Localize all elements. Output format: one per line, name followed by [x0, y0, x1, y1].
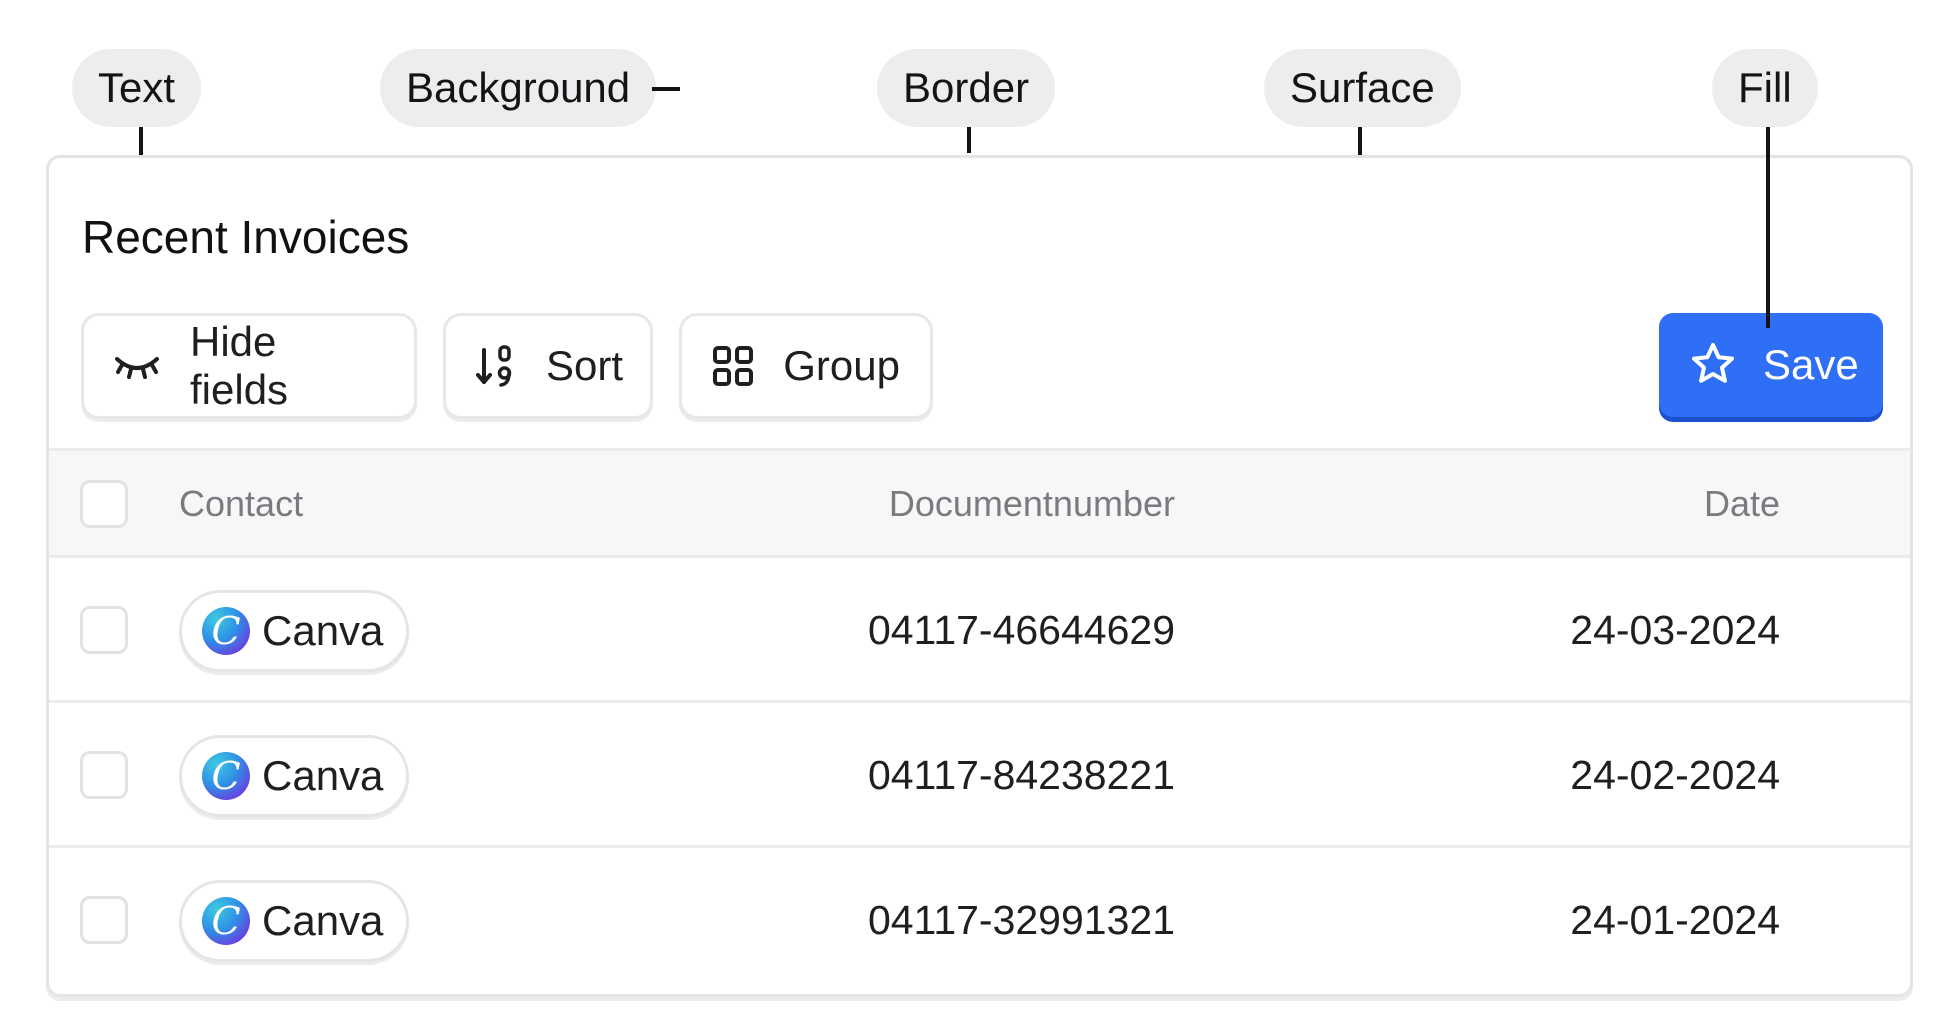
- eye-closed-icon: [114, 343, 160, 389]
- contact-name: Canva: [262, 897, 384, 944]
- row-checkbox[interactable]: [80, 751, 128, 799]
- document-number: 04117-84238221: [867, 752, 1175, 798]
- grid-icon: [712, 343, 753, 389]
- group-button[interactable]: Group: [679, 313, 933, 419]
- table-row[interactable]: C Canva 04117-84238221 24-02-2024: [49, 703, 1910, 848]
- invoices-card: Recent Invoices Hide fields Sort Group S…: [46, 155, 1913, 997]
- contact-name: Canva: [262, 607, 384, 654]
- leader-border: [967, 127, 971, 153]
- contact-chip[interactable]: C Canva: [179, 735, 409, 817]
- annotation-background: Background: [380, 49, 657, 127]
- contact-chip[interactable]: C Canva: [179, 590, 409, 672]
- contact-name: Canva: [262, 752, 384, 799]
- document-number: 04117-32991321: [867, 897, 1175, 943]
- invoice-date: 24-01-2024: [1570, 897, 1780, 943]
- select-all-checkbox[interactable]: [80, 480, 128, 528]
- table-header: Contact Documentnumber Date: [49, 448, 1910, 558]
- table-row[interactable]: C Canva 04117-32991321 24-01-2024: [49, 848, 1910, 993]
- sort-numeric-icon: [476, 343, 516, 389]
- hide-fields-label: Hide fields: [190, 318, 289, 413]
- hide-fields-button[interactable]: Hide fields: [81, 313, 417, 419]
- canva-logo-icon: C: [202, 607, 250, 655]
- group-label: Group: [783, 342, 900, 389]
- card-title: Recent Invoices: [82, 211, 410, 263]
- contact-chip[interactable]: C Canva: [179, 880, 409, 962]
- sort-button[interactable]: Sort: [443, 313, 653, 419]
- annotation-border: Border: [877, 49, 1056, 127]
- leader-fill: [1766, 127, 1770, 328]
- row-checkbox[interactable]: [80, 606, 128, 654]
- canva-logo-icon: C: [202, 752, 250, 800]
- star-icon: [1689, 341, 1737, 389]
- sort-label: Sort: [546, 342, 624, 389]
- row-checkbox[interactable]: [80, 896, 128, 944]
- leader-background: [652, 87, 680, 91]
- save-button[interactable]: Save: [1659, 313, 1883, 417]
- document-number: 04117-46644629: [867, 607, 1175, 653]
- annotation-fill: Fill: [1712, 49, 1818, 127]
- column-header-documentnumber[interactable]: Documentnumber: [889, 451, 1175, 556]
- table-row[interactable]: C Canva 04117-46644629 24-03-2024: [49, 558, 1910, 703]
- annotation-surface: Surface: [1264, 49, 1461, 127]
- annotation-text: Text: [72, 49, 202, 127]
- column-header-date[interactable]: Date: [1704, 451, 1780, 556]
- canva-logo-icon: C: [202, 897, 250, 945]
- column-header-contact[interactable]: Contact: [179, 451, 303, 556]
- save-label: Save: [1763, 341, 1859, 388]
- invoice-date: 24-02-2024: [1570, 752, 1780, 798]
- invoice-date: 24-03-2024: [1570, 607, 1780, 653]
